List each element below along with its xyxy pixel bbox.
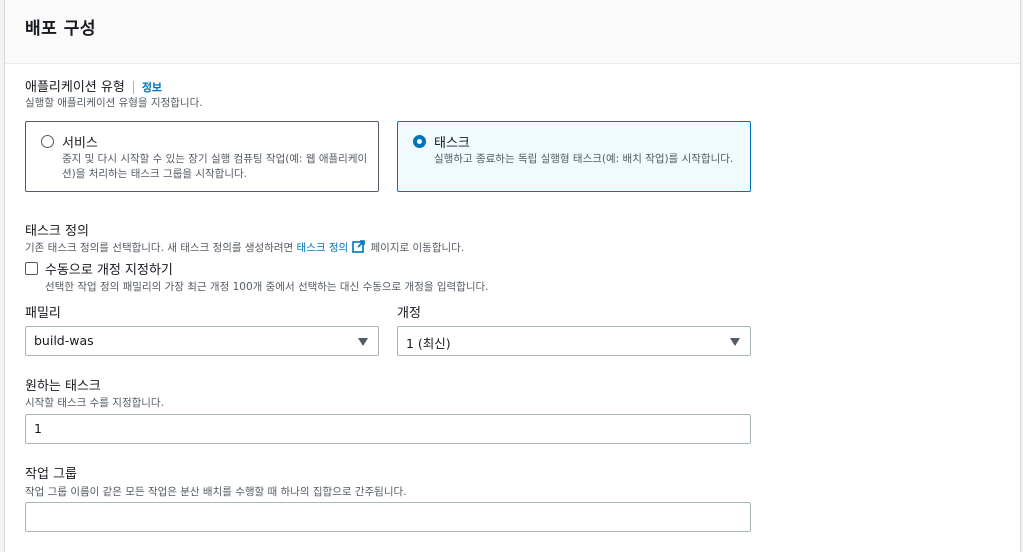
revision-select[interactable]: 1 (최신): [397, 326, 751, 356]
task-definition-label: 태스크 정의: [25, 224, 89, 239]
app-type-label: 애플리케이션 유형: [25, 80, 125, 95]
family-select-value: build-was: [34, 333, 94, 348]
divider: [132, 81, 134, 94]
family-label: 패밀리: [25, 306, 61, 321]
caret-down-icon: [358, 338, 368, 346]
task-option-tile[interactable]: 태스크 실행하고 종료하는 독립 실행형 태스크(예: 배치 작업)를 시작합니…: [397, 121, 751, 192]
external-link-icon: [352, 240, 365, 253]
desired-tasks-input[interactable]: 1: [25, 414, 751, 444]
task-definition-link[interactable]: 태스크 정의: [297, 242, 349, 254]
task-radio[interactable]: [413, 135, 426, 148]
family-select[interactable]: build-was: [25, 326, 379, 356]
desired-tasks-description: 시작할 태스크 수를 지정합니다.: [25, 397, 164, 409]
task-group-description: 작업 그룹 이름이 같은 모든 작업은 분산 배치를 수행할 때 하나의 집합으…: [25, 486, 407, 498]
panel-title: 배포 구성: [25, 19, 96, 39]
app-type-description: 실행할 애플리케이션 유형을 지정합니다.: [25, 97, 203, 109]
revision-label: 개정: [397, 306, 421, 321]
service-option-tile[interactable]: 서비스 중지 및 다시 시작할 수 있는 장기 실행 컴퓨팅 작업(예: 웹 애…: [25, 121, 379, 192]
app-type-heading: 애플리케이션 유형 정보: [25, 76, 162, 95]
manual-revision-description: 선택한 작업 정의 패밀리의 가장 최근 개정 100개 중에서 선택하는 대신…: [45, 281, 489, 293]
task-definition-description: 기존 태스크 정의를 선택합니다. 새 태스크 정의를 생성하려면 태스크 정의…: [25, 240, 464, 255]
manual-revision-checkbox[interactable]: [25, 262, 38, 275]
manual-revision-label[interactable]: 수동으로 개정 지정하기: [45, 259, 173, 278]
task-option-title: 태스크: [434, 136, 470, 151]
caret-down-icon: [730, 338, 740, 346]
service-option-description: 중지 및 다시 시작할 수 있는 장기 실행 컴퓨팅 작업(예: 웹 애플리케이…: [62, 153, 368, 180]
task-option-description: 실행하고 종료하는 독립 실행형 태스크(예: 배치 작업)를 시작합니다.: [434, 153, 734, 165]
desired-tasks-value: 1: [34, 421, 42, 436]
info-link[interactable]: 정보: [142, 81, 162, 94]
panel-header: 배포 구성: [5, 0, 1020, 64]
desired-tasks-label: 원하는 태스크: [25, 379, 101, 394]
task-definition-desc-text-after: 페이지로 이동합니다.: [367, 242, 465, 254]
service-option-title: 서비스: [62, 136, 98, 151]
task-group-label: 작업 그룹: [25, 467, 77, 482]
task-definition-desc-text: 기존 태스크 정의를 선택합니다. 새 태스크 정의를 생성하려면: [25, 242, 297, 254]
task-group-input[interactable]: [25, 502, 751, 532]
service-radio[interactable]: [41, 135, 54, 148]
deployment-config-panel: 배포 구성 애플리케이션 유형 정보 실행할 애플리케이션 유형을 지정합니다. …: [4, 0, 1021, 552]
revision-select-value: 1 (최신): [406, 336, 451, 351]
